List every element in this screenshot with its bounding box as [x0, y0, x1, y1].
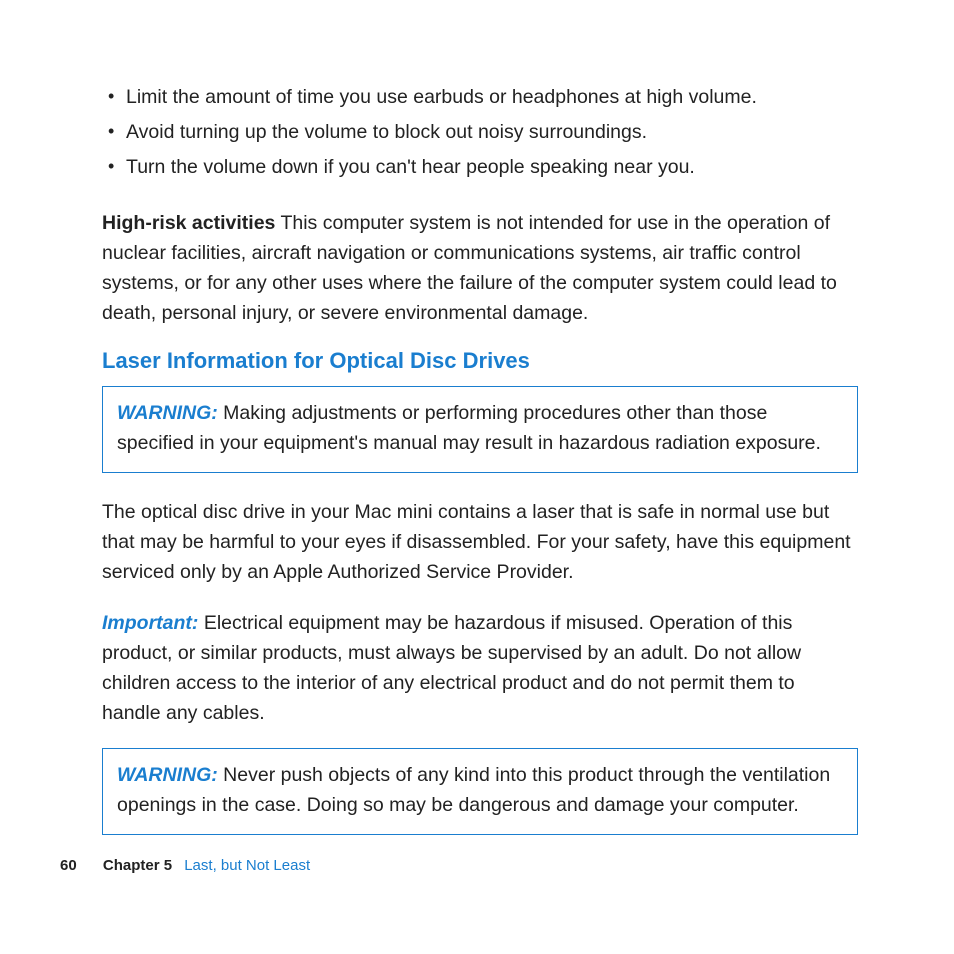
warning-text: Never push objects of any kind into this… — [117, 764, 830, 815]
page-footer: 60 Chapter 5 Last, but Not Least — [60, 857, 310, 874]
warning-text: Making adjustments or performing procedu… — [117, 402, 821, 453]
page-number: 60 — [60, 857, 77, 874]
warning-label: WARNING: — [117, 764, 218, 786]
bullet-list: Limit the amount of time you use earbuds… — [102, 82, 858, 184]
warning-box-1: WARNING: Making adjustments or performin… — [102, 386, 858, 473]
important-text: Electrical equipment may be hazardous if… — [102, 612, 801, 725]
chapter-label: Chapter 5 — [103, 857, 172, 874]
bullet-item: Limit the amount of time you use earbuds… — [102, 82, 858, 113]
highrisk-paragraph: High-risk activities This computer syste… — [102, 208, 858, 329]
important-paragraph: Important: Electrical equipment may be h… — [102, 608, 858, 729]
bullet-item: Avoid turning up the volume to block out… — [102, 117, 858, 148]
optical-paragraph: The optical disc drive in your Mac mini … — [102, 497, 858, 588]
warning-label: WARNING: — [117, 402, 218, 424]
document-page: Limit the amount of time you use earbuds… — [0, 0, 954, 954]
chapter-title: Last, but Not Least — [184, 857, 310, 874]
section-heading: Laser Information for Optical Disc Drive… — [102, 348, 858, 374]
highrisk-label: High-risk activities — [102, 212, 275, 234]
warning-box-2: WARNING: Never push objects of any kind … — [102, 748, 858, 835]
important-label: Important: — [102, 612, 198, 634]
bullet-item: Turn the volume down if you can't hear p… — [102, 152, 858, 183]
